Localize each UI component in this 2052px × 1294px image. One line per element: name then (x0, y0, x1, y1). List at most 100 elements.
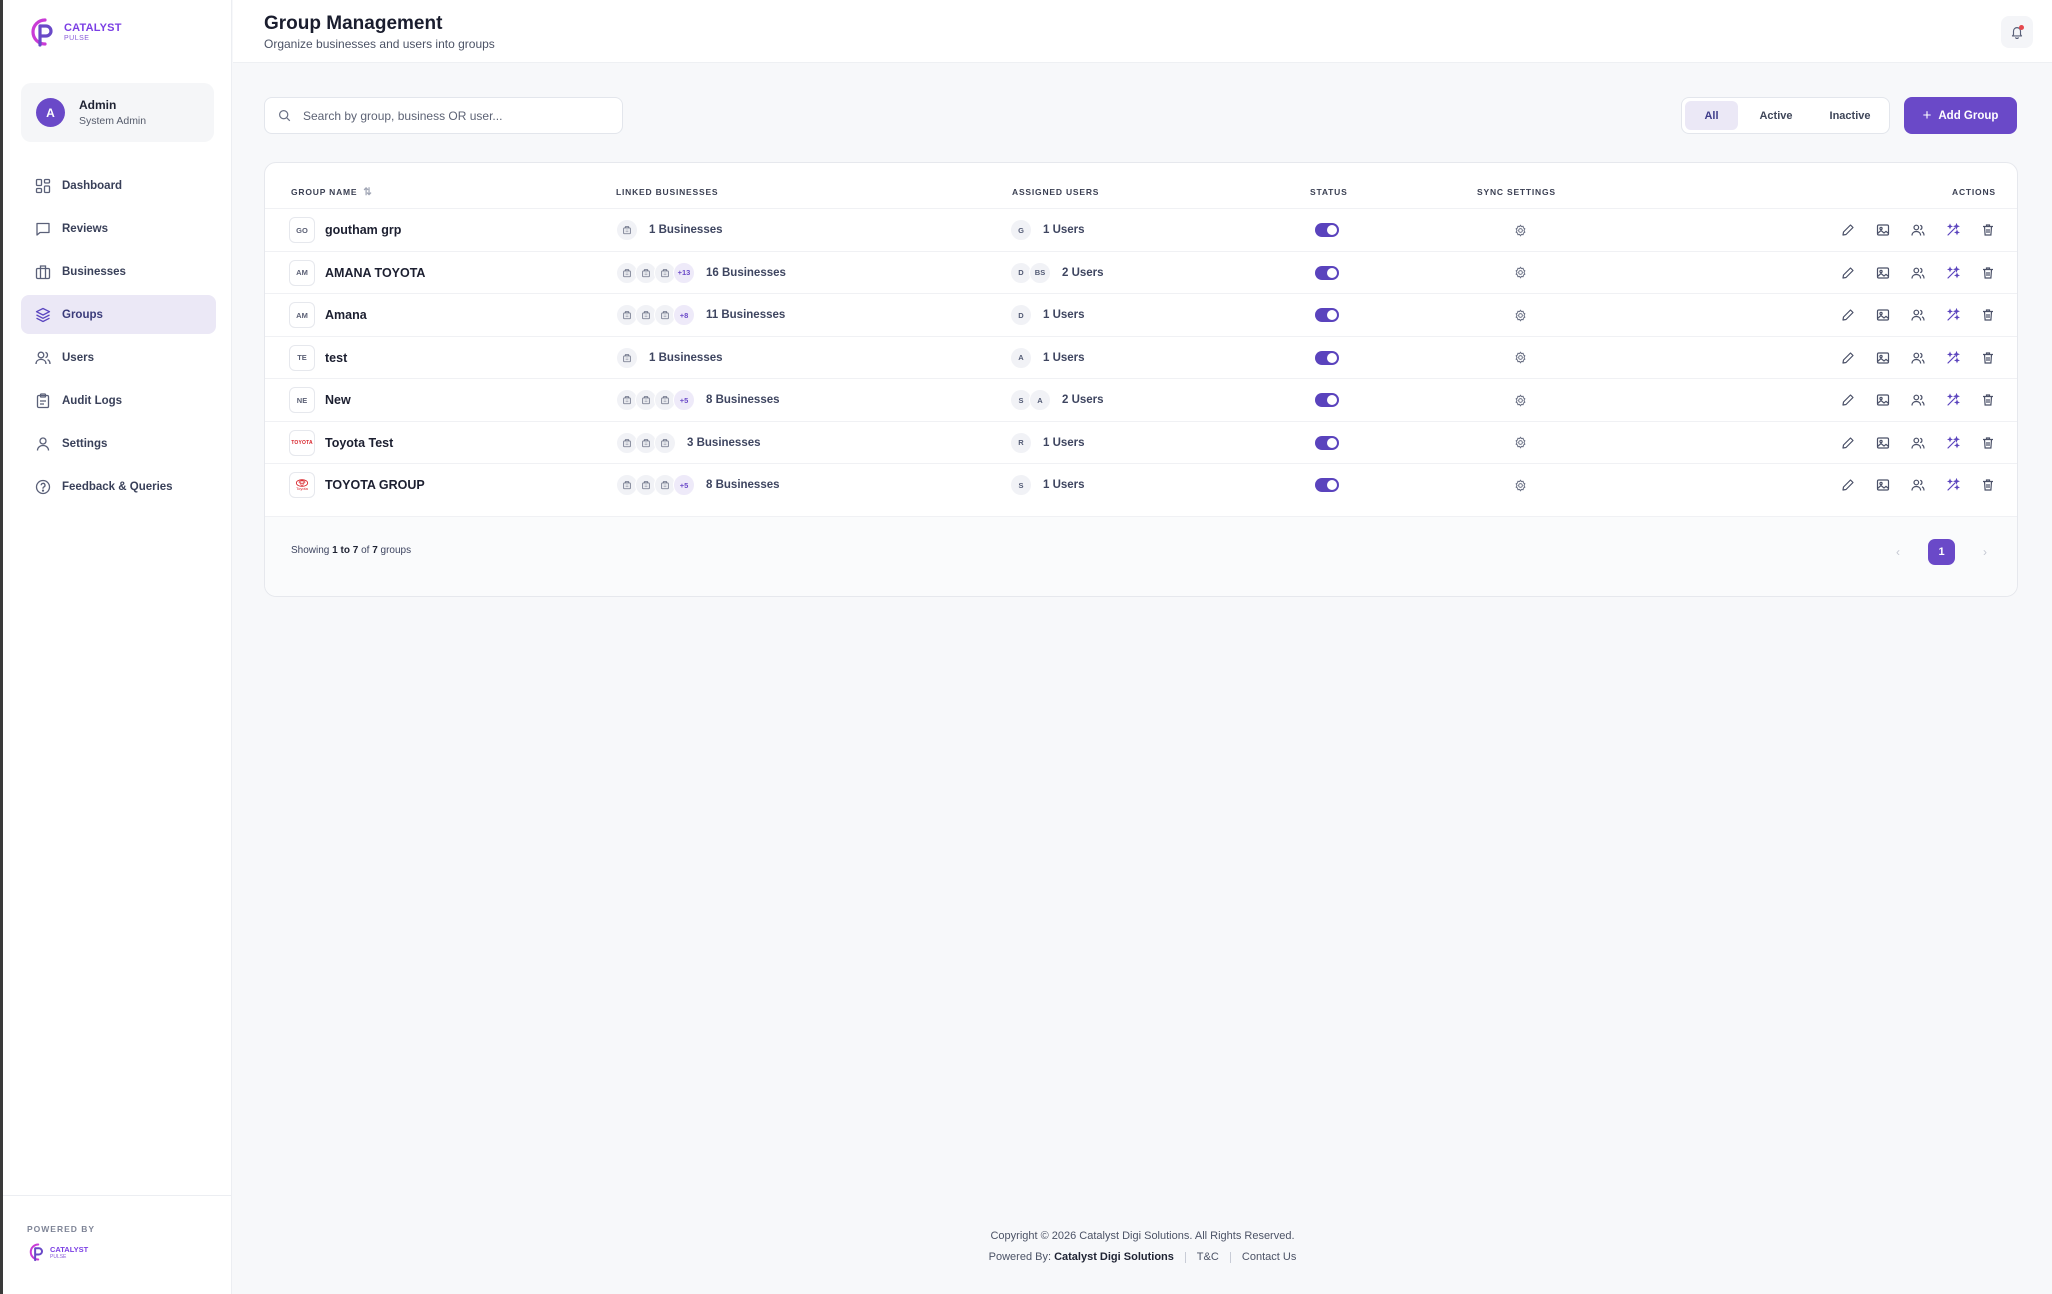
edit-icon[interactable] (1841, 393, 1855, 407)
linked-businesses-cell[interactable]: +13 16 Businesses (616, 252, 786, 294)
more-businesses-badge[interactable]: +5 (673, 474, 695, 496)
table-row[interactable]: NE New +5 8 Businesses SA 2 Users (265, 378, 2017, 420)
sync-sparkle-icon[interactable] (1946, 478, 1960, 492)
sync-sparkle-icon[interactable] (1946, 265, 1960, 280)
sync-settings-gear-icon[interactable] (1514, 266, 1527, 279)
group-name[interactable]: New (325, 393, 351, 407)
search-box[interactable] (264, 97, 623, 134)
delete-icon[interactable] (1981, 351, 1995, 365)
sidebar-item-groups[interactable]: Groups (21, 295, 216, 334)
image-icon[interactable] (1876, 223, 1890, 237)
edit-icon[interactable] (1841, 436, 1855, 450)
status-toggle[interactable] (1315, 435, 1339, 450)
linked-businesses-cell[interactable]: 3 Businesses (616, 422, 761, 464)
table-row[interactable]: Toyota TOYOTA GROUP +5 8 Businesses S 1 … (265, 463, 2017, 505)
assigned-users-cell[interactable]: G 1 Users (1010, 209, 1085, 251)
delete-icon[interactable] (1981, 308, 1995, 322)
status-toggle[interactable] (1315, 308, 1339, 322)
column-header-group-name[interactable]: GROUP NAME ⇅ (291, 187, 373, 198)
page-button-current[interactable]: 1 (1928, 539, 1955, 565)
filter-tab-inactive[interactable]: Inactive (1820, 101, 1880, 130)
status-toggle[interactable] (1315, 265, 1339, 280)
edit-icon[interactable] (1841, 223, 1855, 237)
user-card[interactable]: A Admin System Admin (21, 83, 214, 142)
image-icon[interactable] (1876, 351, 1890, 365)
linked-businesses-cell[interactable]: +5 8 Businesses (616, 379, 780, 421)
sync-sparkle-icon[interactable] (1946, 350, 1960, 365)
sync-sparkle-icon[interactable] (1946, 393, 1960, 407)
image-icon[interactable] (1876, 436, 1890, 450)
table-row[interactable]: TE test 1 Businesses A 1 Users (265, 335, 2017, 379)
sync-settings-gear-icon[interactable] (1514, 436, 1527, 449)
edit-icon[interactable] (1841, 308, 1855, 322)
group-name[interactable]: goutham grp (325, 223, 401, 237)
status-toggle[interactable] (1315, 393, 1339, 407)
manage-users-icon[interactable] (1911, 436, 1925, 450)
table-row[interactable]: AM Amana +8 11 Businesses D 1 Users (265, 293, 2017, 335)
delete-icon[interactable] (1981, 266, 1995, 280)
status-toggle[interactable] (1315, 223, 1339, 237)
group-name[interactable]: TOYOTA GROUP (325, 478, 425, 492)
group-name[interactable]: AMANA TOYOTA (325, 266, 425, 280)
more-businesses-badge[interactable]: +13 (673, 261, 695, 284)
sync-sparkle-icon[interactable] (1946, 435, 1960, 450)
sync-settings-gear-icon[interactable] (1514, 394, 1527, 407)
sync-settings-gear-icon[interactable] (1514, 351, 1527, 364)
sync-sparkle-icon[interactable] (1946, 308, 1960, 322)
edit-icon[interactable] (1841, 351, 1855, 365)
sync-settings-gear-icon[interactable] (1514, 224, 1527, 237)
edit-icon[interactable] (1841, 266, 1855, 280)
sidebar-item-feedback[interactable]: Feedback & Queries (21, 467, 216, 506)
manage-users-icon[interactable] (1911, 223, 1925, 237)
sidebar-item-reviews[interactable]: Reviews (21, 209, 216, 248)
edit-icon[interactable] (1841, 478, 1855, 492)
table-row[interactable]: AM AMANA TOYOTA +13 16 Businesses D BS 2 … (265, 250, 2017, 294)
assigned-users-cell[interactable]: A 1 Users (1010, 337, 1085, 379)
image-icon[interactable] (1876, 393, 1890, 407)
sync-sparkle-icon[interactable] (1946, 223, 1960, 237)
manage-users-icon[interactable] (1911, 266, 1925, 280)
sidebar-item-dashboard[interactable]: Dashboard (21, 166, 216, 205)
prev-page-icon[interactable]: ‹ (1896, 545, 1900, 559)
contact-link[interactable]: Contact Us (1242, 1251, 1296, 1263)
sync-settings-gear-icon[interactable] (1514, 479, 1527, 492)
table-row[interactable]: GO goutham grp 1 Businesses G 1 Users (265, 208, 2017, 250)
filter-tab-all[interactable]: All (1685, 101, 1738, 130)
manage-users-icon[interactable] (1911, 393, 1925, 407)
next-page-icon[interactable]: › (1983, 545, 1987, 559)
image-icon[interactable] (1876, 266, 1890, 280)
group-name[interactable]: Amana (325, 308, 367, 322)
terms-link[interactable]: T&C (1197, 1251, 1219, 1263)
group-name[interactable]: test (325, 351, 347, 365)
image-icon[interactable] (1876, 308, 1890, 322)
assigned-users-cell[interactable]: D BS 2 Users (1010, 252, 1104, 294)
filter-tab-active[interactable]: Active (1746, 101, 1806, 130)
assigned-users-cell[interactable]: S 1 Users (1010, 464, 1085, 506)
search-input[interactable] (303, 108, 603, 123)
delete-icon[interactable] (1981, 223, 1995, 237)
more-businesses-badge[interactable]: +5 (673, 389, 695, 411)
manage-users-icon[interactable] (1911, 351, 1925, 365)
sync-settings-gear-icon[interactable] (1514, 309, 1527, 322)
linked-businesses-cell[interactable]: +8 11 Businesses (616, 294, 785, 336)
more-businesses-badge[interactable]: +8 (673, 304, 695, 326)
manage-users-icon[interactable] (1911, 478, 1925, 492)
table-row[interactable]: TOYOTA Toyota Test 3 Businesses R 1 User… (265, 420, 2017, 464)
notifications-button[interactable] (2001, 16, 2033, 48)
manage-users-icon[interactable] (1911, 308, 1925, 322)
sort-icon[interactable]: ⇅ (363, 187, 372, 198)
linked-businesses-cell[interactable]: 1 Businesses (616, 209, 723, 251)
add-group-button[interactable]: + Add Group (1904, 97, 2017, 134)
linked-businesses-cell[interactable]: +5 8 Businesses (616, 464, 780, 506)
delete-icon[interactable] (1981, 393, 1995, 407)
assigned-users-cell[interactable]: D 1 Users (1010, 294, 1085, 336)
status-toggle[interactable] (1315, 350, 1339, 365)
sidebar-item-settings[interactable]: Settings (21, 424, 216, 463)
sidebar-item-audit-logs[interactable]: Audit Logs (21, 381, 216, 420)
assigned-users-cell[interactable]: SA 2 Users (1010, 379, 1104, 421)
delete-icon[interactable] (1981, 436, 1995, 450)
delete-icon[interactable] (1981, 478, 1995, 492)
brand-logo[interactable]: CATALYST PULSE (27, 16, 122, 48)
image-icon[interactable] (1876, 478, 1890, 492)
status-toggle[interactable] (1315, 478, 1339, 492)
